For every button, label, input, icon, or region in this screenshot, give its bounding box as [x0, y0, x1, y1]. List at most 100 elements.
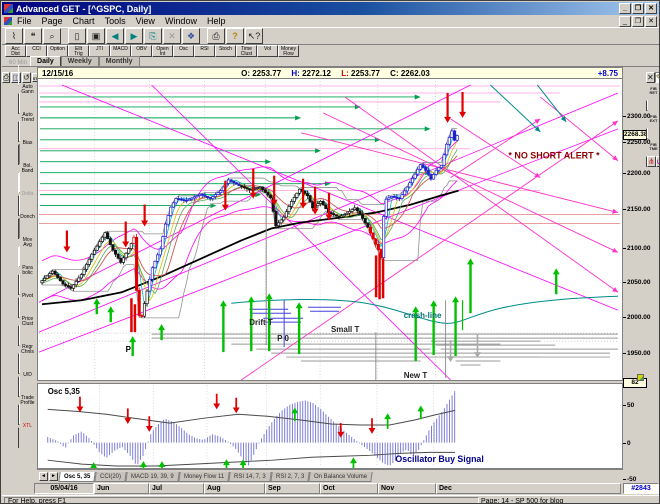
axis-month-sep[interactable]: Sep	[265, 483, 320, 494]
menu-tools[interactable]: Tools	[100, 16, 131, 26]
next-page-icon[interactable]: ▶	[125, 28, 143, 44]
osc-tab-obv[interactable]: On Balance Volume	[308, 471, 374, 482]
menu-page[interactable]: Page	[37, 16, 68, 26]
print-chart-icon[interactable]: ⎙	[2, 72, 11, 83]
notes-icon[interactable]: ❝	[24, 28, 42, 44]
study-ud-button[interactable]: U/D	[18, 353, 37, 397]
osc-tab-cci[interactable]: CCI(20)	[94, 471, 128, 482]
axis-month-jul[interactable]: Jul	[149, 483, 204, 494]
study-auto-gann-button[interactable]: Auto Gann	[18, 65, 37, 114]
study-pivot-button[interactable]: Pivot	[18, 274, 37, 318]
tab-weekly[interactable]: Weekly	[60, 56, 99, 66]
page-settings-icon[interactable]: ❖	[182, 28, 200, 44]
osc-tab-scroll-right[interactable]: ►	[49, 472, 58, 481]
pointer-tool-icon[interactable]: ⌇	[5, 28, 23, 44]
study-bollinger-button[interactable]: Bol. Band	[18, 144, 37, 193]
axis-month-jun[interactable]: Jun	[94, 483, 149, 494]
study-time-clusters-button[interactable]: Time Clust	[236, 45, 257, 57]
chart-annotation[interactable]: crash-line	[404, 311, 442, 320]
fib-extension-icon[interactable]: FIB EXT	[646, 100, 659, 139]
main-chart-canvas[interactable]: P Drift T P 0 Small T crash-line New T * NO SH…	[37, 79, 623, 381]
child-restore-button[interactable]: ❐	[632, 15, 644, 27]
study-mov-avg-button[interactable]: Mov Avg	[18, 218, 37, 267]
close-button[interactable]: ✕	[645, 3, 657, 14]
study-parabolic-button[interactable]: Para bolic	[18, 246, 37, 295]
axis-month-oct[interactable]: Oct	[320, 483, 378, 494]
chart-annotation[interactable]: Drift T	[249, 318, 273, 327]
restore-button[interactable]: ❐	[632, 3, 644, 14]
tab-daily[interactable]: Daily	[30, 56, 61, 66]
menu-chart[interactable]: Chart	[68, 16, 100, 26]
study-stoch-button[interactable]: Stoch	[215, 45, 236, 57]
osc-tab-rsi14[interactable]: RSI 14, 7, 3	[228, 471, 272, 482]
study-bias-button[interactable]: Bias	[18, 121, 37, 165]
print-icon[interactable]: ⎙	[207, 28, 225, 44]
study-auto-trend-button[interactable]: Auto Trend	[18, 93, 37, 142]
candle-body	[53, 270, 57, 275]
chart-annotation[interactable]: P	[126, 345, 132, 354]
candle-body	[166, 215, 170, 225]
chart-annotation[interactable]: New T	[404, 371, 428, 380]
minimize-button[interactable]: _	[619, 3, 631, 14]
candle-body	[363, 218, 367, 224]
study-rsi-button[interactable]: RSI	[194, 45, 215, 57]
study-accdist-button[interactable]: Acc Dist	[5, 45, 26, 57]
context-help-icon[interactable]: ↖?	[245, 28, 263, 44]
axis-month-dec[interactable]: Dec	[436, 483, 621, 494]
osc-tab-rsi2[interactable]: RSI 2, 7, 3	[270, 471, 311, 482]
zoom-icon[interactable]: ⌕	[43, 28, 61, 44]
child-minimize-button[interactable]: _	[619, 15, 631, 27]
pencil-icon[interactable]: ✎	[654, 72, 659, 83]
osc-tab-scroll-left[interactable]: ◄	[39, 472, 48, 481]
axis-settings-icon[interactable]	[637, 374, 644, 381]
chart-annotation[interactable]: Small T	[331, 325, 359, 334]
osc-signal-text[interactable]: Oscillator Buy Signal	[395, 454, 483, 464]
candle-body	[371, 232, 375, 240]
gann-fan-icon[interactable]: ⋔	[647, 156, 656, 167]
axis-start-date[interactable]: 05/04/16	[34, 483, 94, 494]
study-xtl-button[interactable]: XTL	[18, 404, 37, 448]
child-window-icon[interactable]	[4, 17, 12, 25]
open-page-icon[interactable]: ▣	[87, 28, 105, 44]
study-vol-button[interactable]: Vol	[257, 45, 278, 57]
osc-tab-osc[interactable]: Osc 5, 35	[58, 471, 97, 482]
study-price-clusters-button[interactable]: Price Clust	[18, 297, 37, 346]
new-page-icon[interactable]: ▯	[68, 28, 86, 44]
menu-window[interactable]: Window	[160, 16, 202, 26]
candle-body	[129, 243, 133, 249]
study-money-flow-button[interactable]: Money Flow	[278, 45, 300, 57]
tab-monthly[interactable]: Monthly	[98, 56, 140, 66]
study-donchian-button[interactable]: Donch	[18, 195, 37, 239]
chart-annotation[interactable]: * NO SHORT ALERT *	[508, 151, 600, 161]
study-osc-button[interactable]: Osc	[173, 45, 194, 57]
candle-body	[106, 232, 110, 239]
candle-body	[311, 201, 315, 209]
time-axis[interactable]: 05/04/16 Jun Jul Aug Sep Oct Nov Dec #2843	[31, 483, 659, 495]
pitchfork-icon[interactable]: ψ	[655, 156, 659, 167]
low-label: L:	[341, 68, 349, 78]
menu-file[interactable]: File	[12, 16, 37, 26]
child-close-button[interactable]: ✕	[645, 15, 657, 27]
axis-month-aug[interactable]: Aug	[204, 483, 265, 494]
last-price-box: 2268.38	[623, 130, 648, 140]
price-tick: 2100.00	[623, 245, 651, 252]
prev-page-icon[interactable]: ◀	[106, 28, 124, 44]
study-open-interest-button[interactable]: Open Int	[152, 45, 173, 57]
price-axis[interactable]: 2300.00 2250.00 2200.00 2150.00 2100.00 2050.…	[623, 67, 651, 483]
title-bar[interactable]: Advanced GET - [^GSPC, Daily] _ ❐ ✕	[2, 2, 659, 15]
goto-page-icon[interactable]: ⎘	[144, 28, 162, 44]
candle-body	[174, 198, 178, 204]
study-regr-channels-button[interactable]: Regr Chnls	[18, 325, 37, 374]
candle-body	[389, 196, 394, 199]
help-icon[interactable]: ?	[226, 28, 244, 44]
menu-help[interactable]: Help	[202, 16, 231, 26]
menu-view[interactable]: View	[131, 16, 160, 26]
axis-month-nov[interactable]: Nov	[378, 483, 436, 494]
oscillator-canvas[interactable]: Osc 5,35 Oscillator Buy Signal	[37, 383, 623, 469]
high-label: H:	[291, 68, 300, 78]
osc-tab-macd[interactable]: MACD 19, 39, 9	[125, 471, 180, 482]
close-chart-icon[interactable]: ✕	[646, 72, 655, 83]
study-trade-profile-button[interactable]: Trade Profile	[18, 376, 37, 425]
chart-annotation[interactable]: P 0	[277, 334, 289, 343]
osc-tab-moneyflow[interactable]: Money Flow 11	[178, 471, 231, 482]
